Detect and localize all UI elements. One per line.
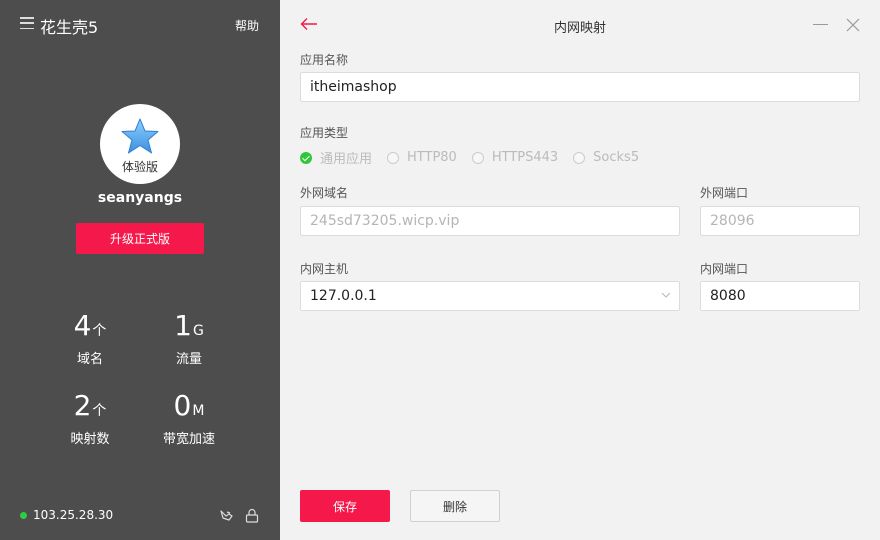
stat-label: 带宽加速 — [162, 432, 215, 447]
stat-unit: M — [192, 403, 205, 419]
radio-generic[interactable]: 通用应用 — [300, 148, 372, 167]
stat-unit: G — [192, 323, 204, 339]
lock-icon[interactable] — [245, 508, 259, 524]
chevron-down-icon — [661, 292, 671, 298]
stat-value: 2 — [73, 389, 92, 422]
app-name-input[interactable]: itheimashop — [300, 72, 860, 102]
int-port-input[interactable]: 8080 — [700, 281, 860, 311]
star-icon — [121, 118, 159, 154]
online-dot — [20, 511, 27, 519]
stat-value: 1 — [174, 309, 192, 342]
app-type-label: 应用类型 — [300, 126, 349, 140]
connection-status: 103.25.28.30 — [20, 508, 113, 522]
stat-unit: 个 — [92, 403, 107, 419]
radio-circle-icon — [471, 151, 484, 164]
stat-value: 0 — [173, 389, 192, 422]
stat-value: 4 — [73, 309, 92, 342]
help-link[interactable]: 帮助 — [235, 17, 259, 34]
avatar[interactable]: 体验版 — [100, 104, 180, 184]
stat-label: 域名 — [76, 352, 103, 367]
ip-address: 103.25.28.30 — [33, 508, 114, 522]
page-title: 内网映射 — [553, 21, 606, 36]
radio-circle-icon — [387, 151, 400, 164]
upgrade-button[interactable]: 升级正式版 — [76, 223, 204, 254]
int-host-value: 127.0.0.1 — [310, 288, 377, 304]
bird-icon[interactable] — [218, 508, 234, 524]
app-name-label: 应用名称 — [300, 53, 349, 67]
stat-unit: 个 — [92, 323, 107, 339]
stat-traffic[interactable]: 1G 流量 — [139, 309, 239, 368]
main-panel: 内网映射 应用名称 itheimashop 应用类型 通用应用 HTTP80 H… — [280, 0, 880, 540]
radio-checked-icon — [300, 151, 312, 164]
app-title: 花生壳5 — [40, 18, 99, 37]
edition-label: 体验版 — [121, 160, 158, 174]
save-button[interactable]: 保存 — [300, 490, 390, 522]
menu-icon[interactable] — [20, 17, 34, 29]
radio-socks5[interactable]: Socks5 — [573, 150, 639, 165]
stat-label: 映射数 — [70, 432, 110, 447]
radio-label: Socks5 — [593, 150, 640, 165]
radio-label: 通用应用 — [320, 152, 373, 167]
ext-port-label: 外网端口 — [700, 186, 749, 200]
stat-domains[interactable]: 4个 域名 — [40, 309, 140, 368]
stat-mappings[interactable]: 2个 映射数 — [40, 389, 140, 448]
radio-http80[interactable]: HTTP80 — [387, 150, 457, 165]
int-host-select[interactable]: 127.0.0.1 — [300, 281, 680, 311]
ext-domain-input[interactable]: 245sd73205.wicp.vip — [300, 206, 680, 236]
stat-label: 流量 — [175, 352, 202, 367]
radio-label: HTTPS443 — [491, 150, 559, 165]
radio-https443[interactable]: HTTPS443 — [471, 150, 559, 165]
int-host-label: 内网主机 — [300, 262, 349, 276]
app-type-radio-group: 通用应用 HTTP80 HTTPS443 Socks5 — [300, 148, 654, 167]
sidebar: 花生壳5 帮助 体验版 seanyangs 升级正式版 4个 域名 1G 流量 … — [0, 0, 280, 540]
stat-bandwidth[interactable]: 0M 带宽加速 — [139, 389, 239, 448]
radio-label: HTTP80 — [407, 150, 457, 165]
username: seanyangs — [97, 190, 183, 206]
int-port-label: 内网端口 — [700, 262, 749, 276]
ext-port-input[interactable]: 28096 — [700, 206, 860, 236]
close-icon[interactable] — [846, 18, 860, 32]
minimize-icon[interactable] — [813, 24, 828, 25]
delete-button[interactable]: 删除 — [410, 490, 500, 522]
ext-domain-label: 外网域名 — [300, 186, 349, 200]
radio-circle-icon — [573, 151, 586, 164]
